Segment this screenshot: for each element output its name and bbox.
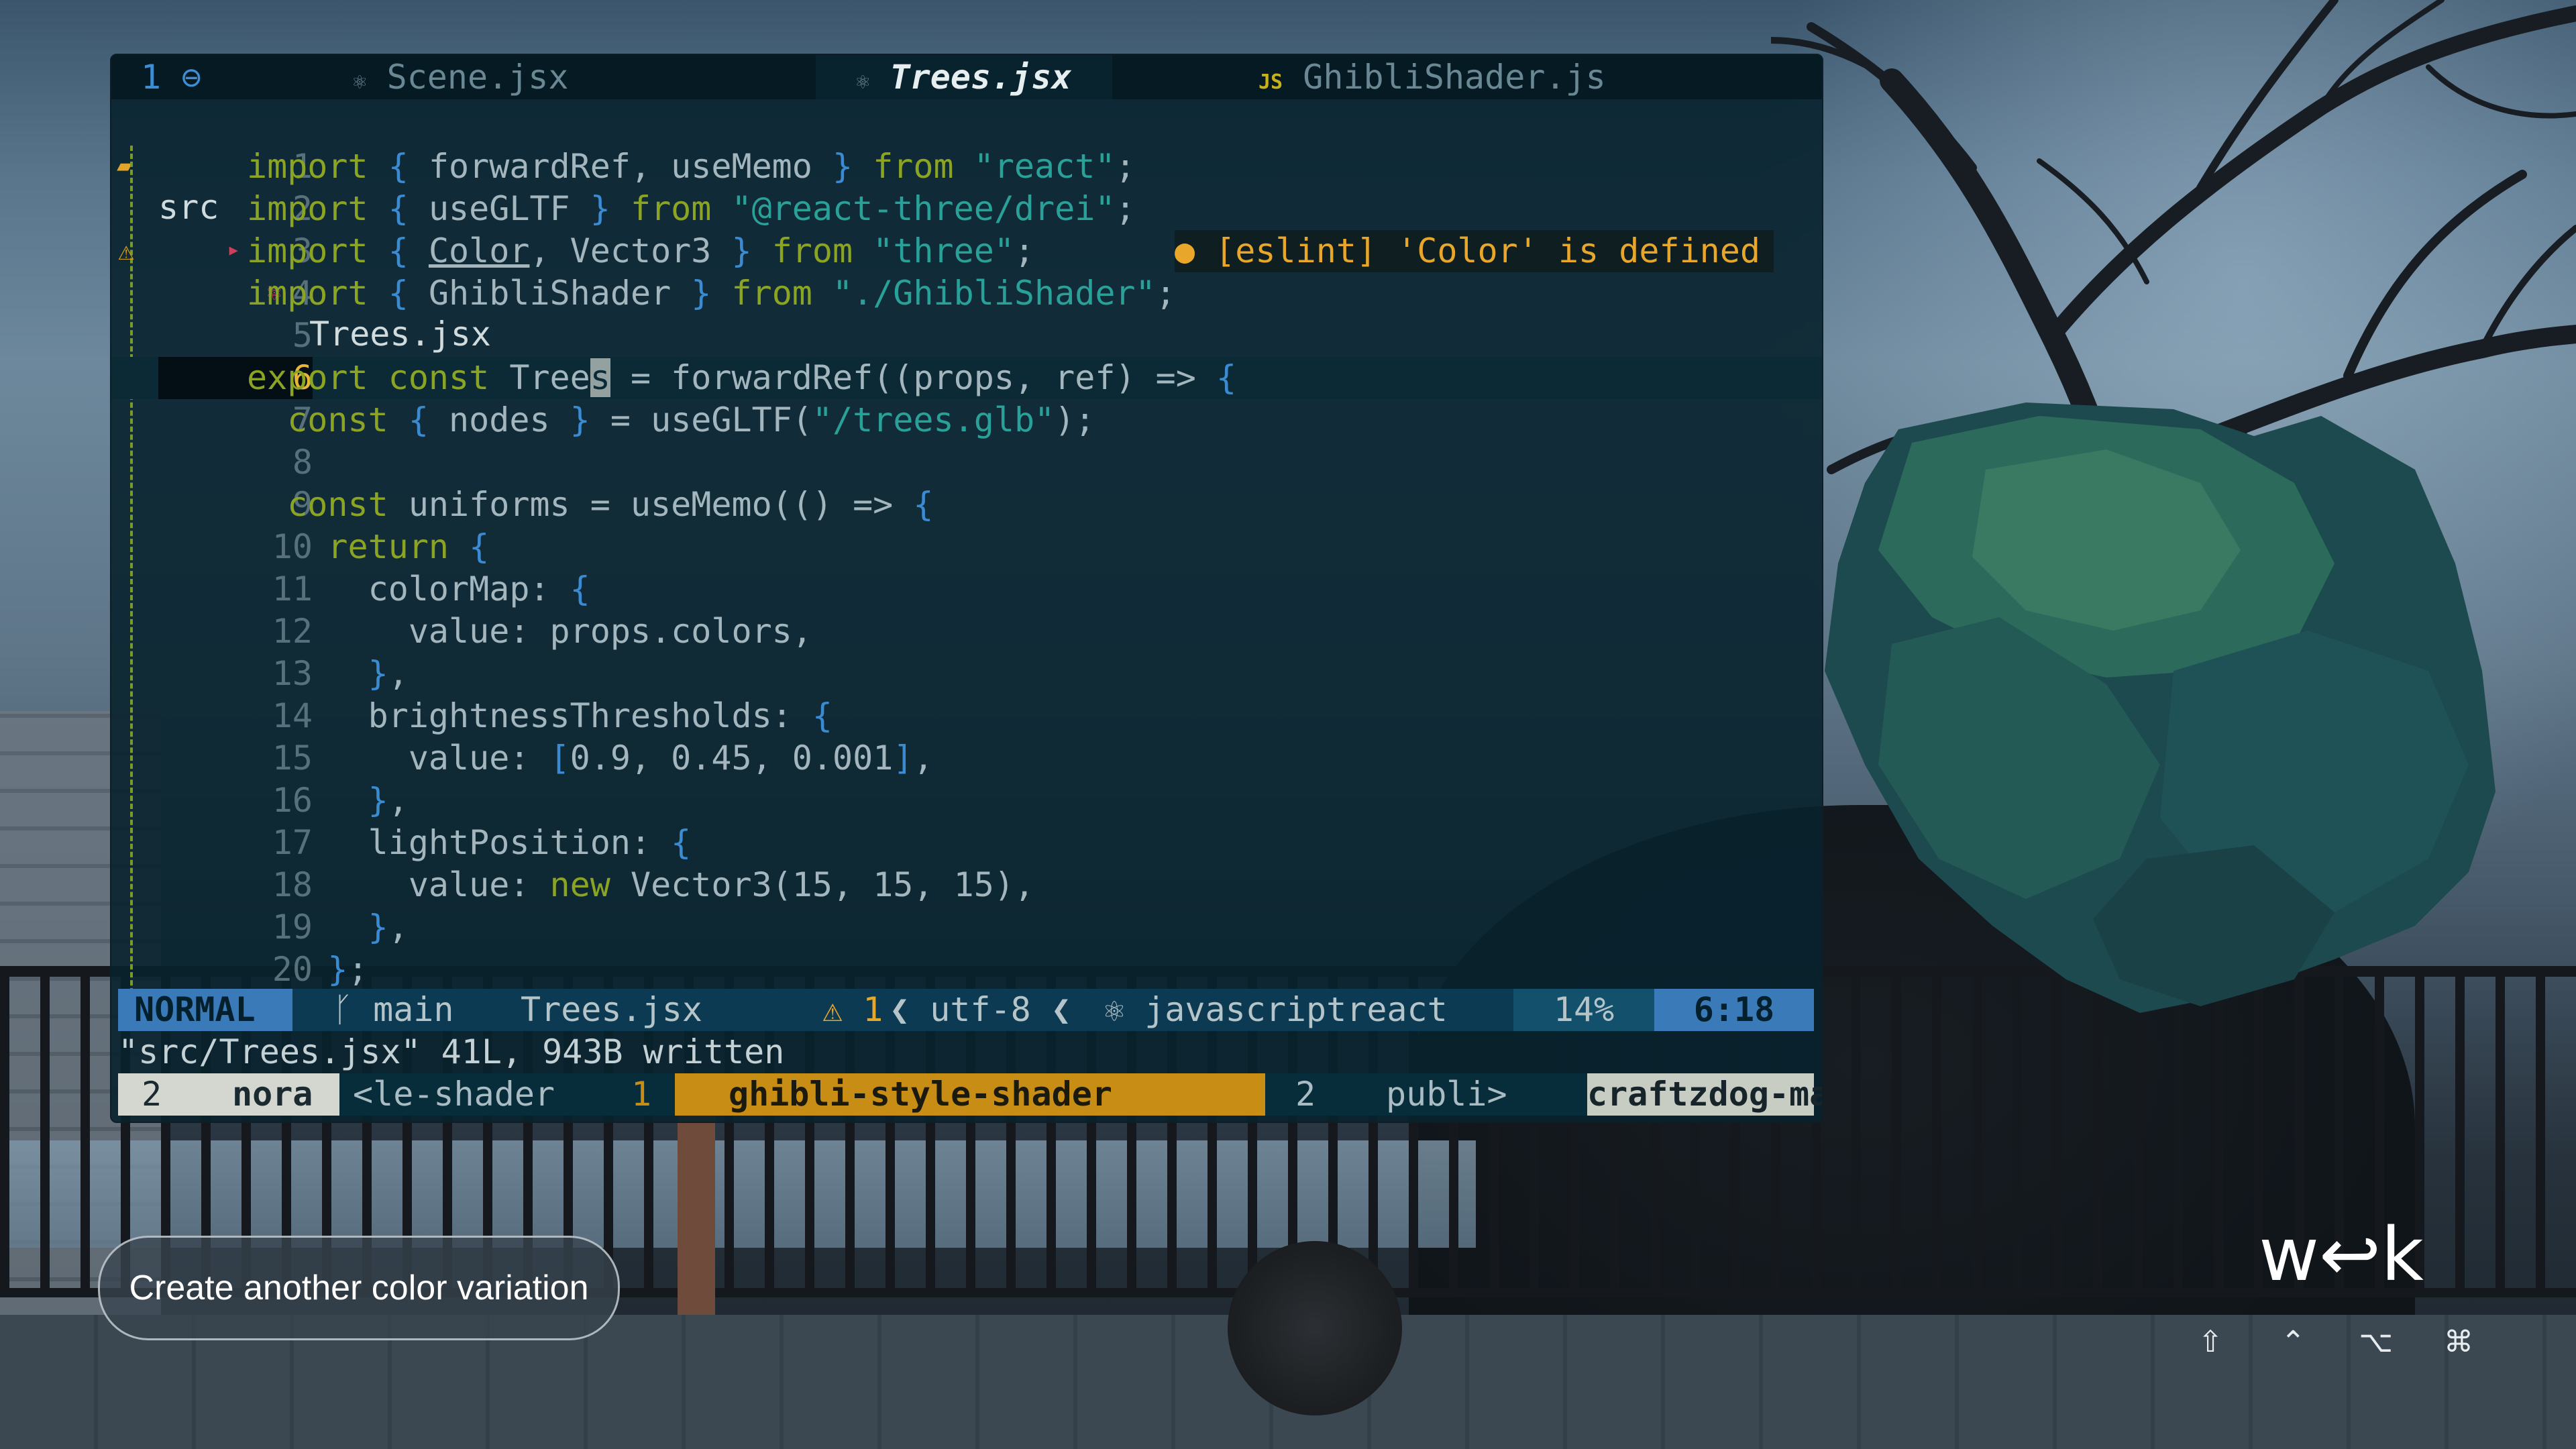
code-line: 17 lightPosition: { [247, 823, 692, 862]
file-type: ⚛ javascriptreact [1104, 990, 1448, 1029]
text-cursor: s [590, 358, 610, 397]
code-line: 2 import { useGLTF } from "@react-three/d… [247, 189, 1136, 228]
tab-ghiblishader-js[interactable]: JS GhibliShader.js [1258, 55, 1606, 99]
cursor-position: 6:18 [1654, 989, 1814, 1031]
tmux-session-name: nora [185, 1073, 339, 1116]
option-key-icon: ⌥ [2359, 1325, 2393, 1359]
tab-trees-jsx[interactable]: ⚛ Trees.jsx [816, 55, 1112, 99]
breadcrumb: ▰ src ▸ ⚛ Trees.jsx [111, 102, 1822, 354]
code-line: ⚠ 3 import { Color, Vector3 } from "three"… [111, 230, 1822, 272]
code-line: 9 const uniforms = useMemo(() => { [247, 485, 934, 524]
eslint-diagnostic: ● [eslint] 'Color' is defined [1175, 230, 1774, 272]
warning-icon: ⚠ [118, 235, 135, 266]
command-message: "src/Trees.jsx" 41L, 943B written [118, 1032, 785, 1071]
tmux-session-number: 2 [118, 1073, 185, 1116]
scroll-percent: 14% [1513, 989, 1654, 1031]
code-line: 10 return { [247, 527, 490, 566]
js-icon: JS [1258, 70, 1283, 94]
react-icon: ⚛ [856, 68, 870, 95]
code-line: 18 value: new Vector3(15, 15, 15), [247, 865, 1035, 904]
logo: w↩k [2259, 1212, 2424, 1297]
code-line: 20 }; [247, 950, 368, 989]
ghibli-tree-render [1825, 402, 2496, 1013]
warning-count[interactable]: ⚠ 1 [822, 989, 883, 1031]
modifier-keys: ⇧ ⌃ ⌥ ⌘ [2184, 1325, 2485, 1365]
react-icon: ⚛ [353, 68, 367, 95]
code-line: 11 colorMap: { [247, 570, 590, 608]
tmux-window-number: 1 [608, 1073, 675, 1116]
tmux-hostname: craftzdog-max [1587, 1073, 1822, 1116]
status-filename: Trees.jsx [521, 990, 702, 1029]
code-editor[interactable]: 1 import { forwardRef, useMemo } from "re… [111, 146, 1822, 991]
code-line: 8 [292, 443, 313, 482]
tab-scene-jsx[interactable]: ⚛ Scene.jsx [353, 55, 569, 99]
shift-key-icon: ⇧ [2198, 1325, 2223, 1359]
tmux-statusbar: 2 nora <le-shader 1 ghibli-style-shader … [118, 1073, 1822, 1116]
code-line: 16 }, [247, 781, 409, 820]
mode-indicator: NORMAL [118, 989, 292, 1031]
control-key-icon: ⌃ [2280, 1325, 2306, 1359]
git-branch: ᚴ main [333, 990, 454, 1029]
tmux-window[interactable]: publi> [1346, 1073, 1587, 1116]
suggestion-button[interactable]: Create another color variation [98, 1236, 620, 1340]
code-line: 14 brightnessThresholds: { [247, 696, 833, 735]
code-line: 12 value: props.colors, [247, 612, 812, 651]
current-line: 6 export const Trees = forwardRef((props,… [111, 357, 1822, 399]
microphone [1228, 1241, 1402, 1415]
tmux-window-number: 2 [1265, 1073, 1346, 1116]
tmux-window[interactable]: <le-shader [339, 1073, 608, 1116]
code-line: 15 value: [0.9, 0.45, 0.001], [247, 739, 934, 777]
file-encoding: ❮ utf-8 ❮ [890, 990, 1071, 1029]
code-line: 5 [292, 316, 313, 355]
tab-number: 1 ⊖ [141, 58, 202, 97]
git-icon: ⊖ [181, 58, 202, 97]
terminal-window[interactable]: 1 ⊖ ⚛ Scene.jsx ⚛ Trees.jsx JS GhibliSha… [110, 54, 1823, 1123]
code-line: 1 import { forwardRef, useMemo } from "re… [247, 147, 1136, 186]
code-line: 13 }, [247, 654, 409, 693]
code-line: 7 const { nodes } = useGLTF("/trees.glb"… [247, 400, 1095, 439]
tmux-window-active[interactable]: ghibli-style-shader [675, 1073, 1265, 1116]
statusline: NORMAL ᚴ main Trees.jsx ⚠ 1 ❮ utf-8 ❮ ⚛ … [118, 989, 1814, 1031]
command-key-icon: ⌘ [2443, 1325, 2473, 1359]
code-line: 4 import { GhibliShader } from "./GhibliS… [247, 274, 1176, 313]
tabline: 1 ⊖ ⚛ Scene.jsx ⚛ Trees.jsx JS GhibliSha… [111, 55, 1822, 99]
code-line: 19 }, [247, 908, 409, 947]
